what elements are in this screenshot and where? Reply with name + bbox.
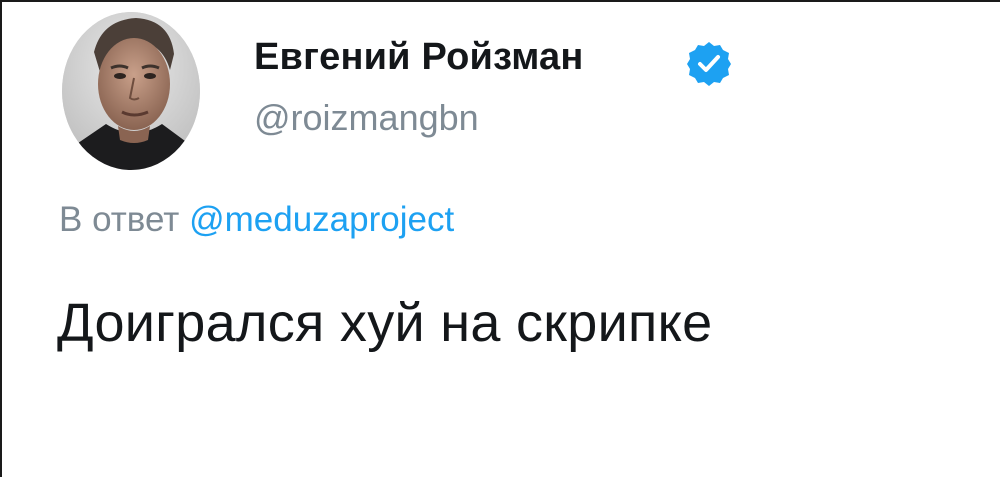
- tweet-card: Евгений Ройзман @roizmangbn В ответ @med…: [0, 0, 1000, 477]
- verified-badge-icon: [685, 40, 733, 88]
- reply-context: В ответ @meduzaproject: [59, 200, 454, 240]
- author-photo: [62, 12, 200, 170]
- author-display-name[interactable]: Евгений Ройзман: [254, 36, 584, 79]
- reply-mention-link[interactable]: @meduzaproject: [189, 200, 454, 239]
- reply-prefix: В ответ: [59, 200, 180, 239]
- tweet-text: Доигрался хуй на скрипке: [57, 293, 713, 353]
- author-avatar[interactable]: [62, 12, 200, 170]
- author-handle[interactable]: @roizmangbn: [254, 97, 479, 139]
